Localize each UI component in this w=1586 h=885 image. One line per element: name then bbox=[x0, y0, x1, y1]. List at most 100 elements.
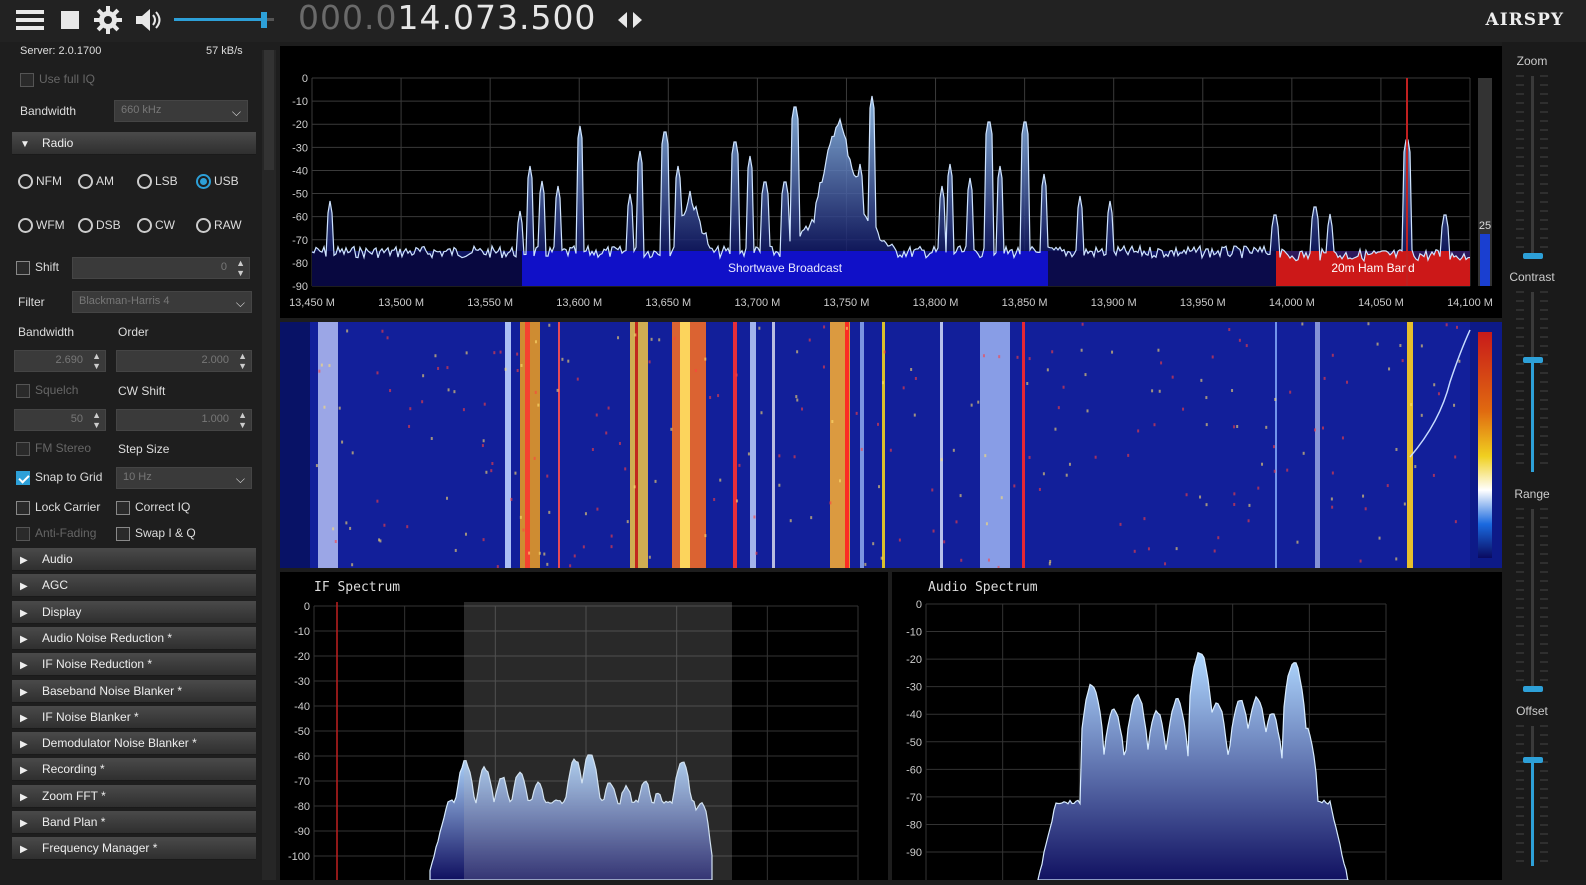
contrast-slider[interactable] bbox=[1522, 292, 1543, 472]
noise-speck bbox=[421, 400, 424, 404]
noise-speck bbox=[1057, 406, 1060, 410]
offset-slider[interactable] bbox=[1522, 726, 1543, 866]
passband-filter[interactable] bbox=[464, 602, 732, 880]
anti-fading-checkbox[interactable]: Anti-Fading bbox=[16, 526, 96, 541]
noise-speck bbox=[582, 545, 585, 549]
section-zoom-fft[interactable]: ▶ Zoom FFT * bbox=[12, 784, 256, 808]
lock-carrier-checkbox[interactable]: Lock Carrier bbox=[16, 500, 100, 515]
section-band-plan[interactable]: ▶ Band Plan * bbox=[12, 811, 256, 834]
noise-speck bbox=[1084, 373, 1087, 377]
fm-stereo-checkbox[interactable]: FM Stereo bbox=[16, 441, 91, 456]
mode-usb-radio[interactable]: USB bbox=[196, 174, 239, 190]
audio-spectrum-title: Audio Spectrum bbox=[928, 580, 1038, 595]
frequency-display[interactable]: 000.014.073.500 bbox=[298, 0, 596, 37]
slider-knob[interactable] bbox=[1523, 253, 1543, 259]
section-if-noise-reduction[interactable]: ▶ IF Noise Reduction * bbox=[12, 653, 256, 677]
zoom-label: Zoom bbox=[1516, 54, 1548, 68]
filter-select[interactable]: Blackman-Harris 4 ⌵ bbox=[72, 291, 252, 313]
x-tick-label: 13,650 M bbox=[645, 297, 691, 309]
mode-raw-radio[interactable]: RAW bbox=[196, 218, 242, 234]
x-tick-label: 13,500 M bbox=[378, 297, 424, 309]
slider-knob[interactable] bbox=[1523, 756, 1543, 763]
step-size-select[interactable]: 10 Hz ⌵ bbox=[116, 467, 252, 489]
spectrum-display[interactable]: 0 -10 -20 -30 -40 -50 -60 -70 -80 -90 13,450 M 13,5… bbox=[280, 46, 1502, 318]
triangle-right-icon: ▶ bbox=[20, 844, 28, 856]
volume-slider[interactable] bbox=[174, 12, 274, 28]
use-full-iq-checkbox[interactable]: Use full IQ bbox=[20, 72, 95, 87]
section-display[interactable]: ▶ Display bbox=[12, 600, 256, 624]
noise-speck bbox=[648, 555, 651, 559]
speaker-icon[interactable] bbox=[132, 4, 164, 36]
spectrum-plot[interactable]: 0 -10 -20 -30 -40 -50 -60 -70 -80 -90 13,450 M 13,5… bbox=[280, 46, 1502, 318]
noise-speck bbox=[591, 448, 594, 452]
noise-speck bbox=[546, 474, 549, 478]
section-audio-noise-reduction[interactable]: ▶ Audio Noise Reduction * bbox=[12, 626, 256, 650]
noise-speck bbox=[453, 390, 456, 394]
section-demodulator-noise-blanker[interactable]: ▶ Demodulator Noise Blanker * bbox=[12, 732, 256, 756]
noise-speck bbox=[1367, 322, 1370, 326]
spinner-icon[interactable]: ▲ ▼ bbox=[238, 410, 247, 430]
spinner-icon[interactable]: ▲ ▼ bbox=[92, 410, 101, 430]
range-slider[interactable] bbox=[1522, 509, 1543, 692]
shift-input[interactable]: 0 ▲ ▼ bbox=[72, 257, 250, 279]
order-input[interactable]: 2.000 ▲ ▼ bbox=[116, 350, 252, 372]
section-if-noise-blanker[interactable]: ▶ IF Noise Blanker * bbox=[12, 705, 256, 729]
mode-nfm-radio[interactable]: NFM bbox=[18, 174, 62, 190]
spinner-icon[interactable]: ▲ ▼ bbox=[236, 258, 245, 278]
noise-speck bbox=[1289, 390, 1292, 394]
audio-spectrum-plot[interactable]: 0 -10 -20 -30 -40 -50 -60 -70 -80 -90 bbox=[892, 572, 1502, 882]
swap-iq-checkbox[interactable]: Swap I & Q bbox=[116, 526, 196, 541]
spinner-icon[interactable]: ▲ ▼ bbox=[238, 351, 247, 371]
section-agc[interactable]: ▶ AGC bbox=[12, 574, 256, 598]
scrollbar-thumb[interactable] bbox=[264, 50, 274, 170]
volume-knob[interactable] bbox=[261, 12, 267, 28]
noise-speck bbox=[381, 329, 384, 333]
noise-speck bbox=[1080, 348, 1083, 352]
mode-cw-radio[interactable]: CW bbox=[137, 218, 175, 234]
menu-icon[interactable] bbox=[14, 4, 46, 36]
cw-shift-input[interactable]: 1.000 ▲ ▼ bbox=[116, 409, 252, 431]
mode-wfm-radio[interactable]: WFM bbox=[18, 218, 65, 234]
zoom-slider[interactable] bbox=[1522, 76, 1543, 259]
section-recording[interactable]: ▶ Recording * bbox=[12, 758, 256, 782]
squelch-input[interactable]: 50 ▲ ▼ bbox=[14, 409, 106, 431]
section-audio[interactable]: ▶ Audio bbox=[12, 548, 256, 571]
slider-knob[interactable] bbox=[1523, 686, 1543, 692]
mode-lsb-radio[interactable]: LSB bbox=[137, 174, 178, 190]
noise-speck bbox=[567, 359, 570, 363]
correct-iq-checkbox[interactable]: Correct IQ bbox=[116, 500, 190, 515]
x-tick-label: 13,800 M bbox=[913, 297, 959, 309]
section-frequency-manager[interactable]: ▶ Frequency Manager * bbox=[12, 837, 256, 861]
sidebar-scrollbar[interactable] bbox=[262, 50, 276, 880]
squelch-checkbox[interactable]: Squelch bbox=[16, 383, 78, 398]
noise-speck bbox=[1331, 471, 1334, 475]
section-radio[interactable]: ▼ Radio bbox=[12, 132, 256, 155]
swap-arrows-icon[interactable] bbox=[614, 4, 646, 36]
signal-trace bbox=[882, 322, 885, 568]
noise-speck bbox=[1000, 496, 1003, 500]
noise-speck bbox=[998, 355, 1001, 359]
audio-spectrum-panel[interactable]: Audio Spectrum 0 -10 -20 -30 -40 -50 -60 -70 -80… bbox=[892, 572, 1502, 882]
noise-speck bbox=[1151, 389, 1154, 393]
noise-speck bbox=[1414, 465, 1417, 469]
filter-bandwidth-input[interactable]: 2.690 ▲ ▼ bbox=[14, 350, 106, 372]
signal-trace bbox=[1275, 322, 1277, 568]
mode-dsb-radio[interactable]: DSB bbox=[78, 218, 121, 234]
noise-speck bbox=[822, 365, 825, 369]
slider-knob[interactable] bbox=[1523, 357, 1543, 364]
gear-icon[interactable] bbox=[92, 4, 124, 36]
y-tick-label: -20 bbox=[294, 651, 310, 663]
bandwidth-select[interactable]: 660 kHz ⌵ bbox=[114, 100, 248, 122]
noise-speck bbox=[658, 338, 661, 342]
spinner-icon[interactable]: ▲ ▼ bbox=[92, 351, 101, 371]
if-spectrum-plot[interactable]: 0 -10 -20 -30 -40 -50 -60 -70 -80 -90 -100 bbox=[280, 572, 888, 881]
shift-checkbox[interactable]: Shift bbox=[16, 260, 59, 275]
waterfall-display[interactable] bbox=[280, 322, 1502, 569]
noise-speck bbox=[1401, 359, 1404, 363]
mode-am-radio[interactable]: AM bbox=[78, 174, 114, 190]
waterfall-plot[interactable] bbox=[280, 322, 1502, 569]
snap-to-grid-checkbox[interactable]: Snap to Grid bbox=[16, 470, 102, 485]
stop-icon[interactable] bbox=[54, 4, 86, 36]
if-spectrum-panel[interactable]: IF Spectrum 0 -10 -20 -30 -40 -50 -60 -70 -80 -90… bbox=[280, 572, 888, 881]
section-baseband-noise-blanker[interactable]: ▶ Baseband Noise Blanker * bbox=[12, 679, 256, 703]
